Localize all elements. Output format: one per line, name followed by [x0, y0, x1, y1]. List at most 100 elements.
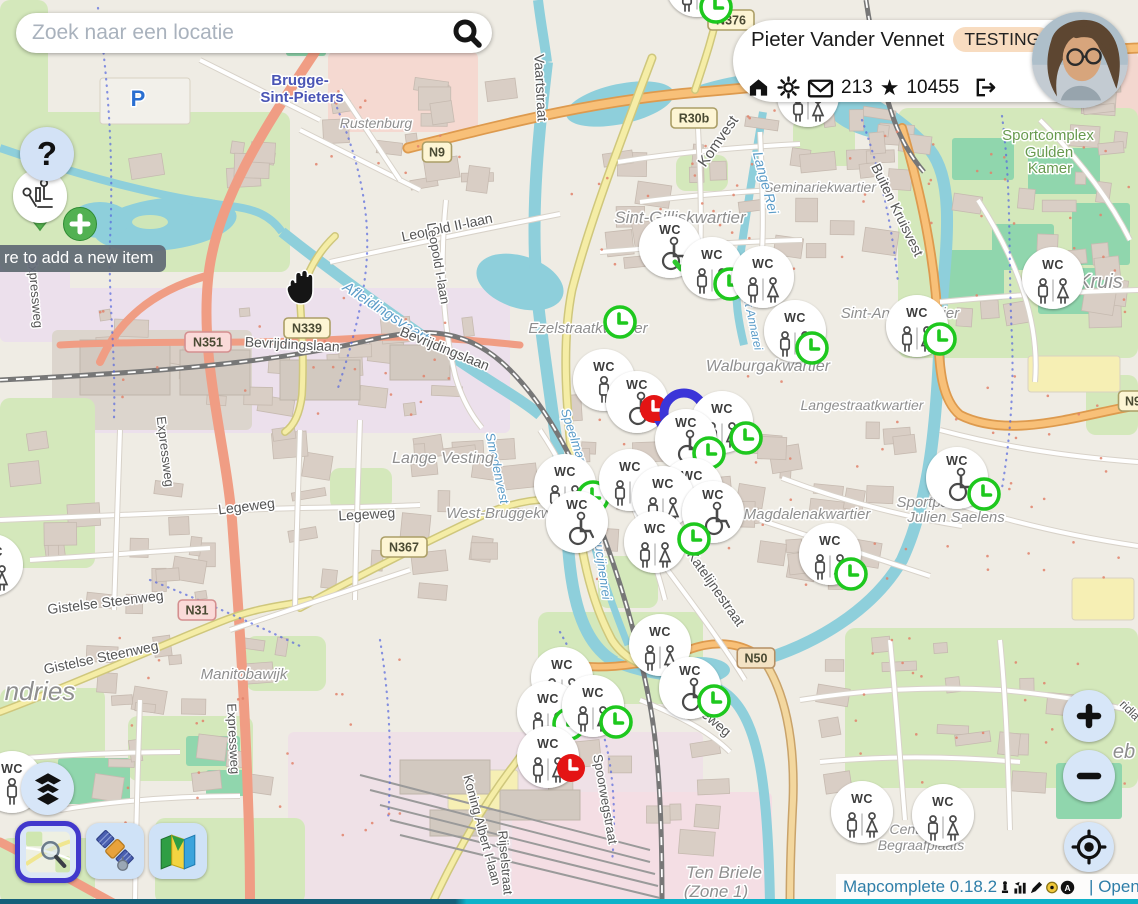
marker-icon — [1045, 880, 1059, 895]
map-label: Manitobawijk — [201, 666, 289, 683]
help-button[interactable]: ? — [20, 127, 74, 181]
app-version: Mapcomplete 0.18.2 — [843, 877, 997, 897]
road-shield: N367 — [381, 537, 427, 557]
svg-text:WC: WC — [582, 686, 604, 700]
map-label: Kamer — [1028, 160, 1072, 177]
svg-text:WC: WC — [679, 664, 701, 678]
svg-text:N9: N9 — [429, 146, 445, 160]
svg-text:WC: WC — [652, 477, 674, 491]
road-shield: R30b — [671, 108, 717, 128]
avatar[interactable] — [1032, 12, 1128, 108]
zoom-in-button[interactable] — [1063, 690, 1115, 742]
osm-link[interactable]: OpenStreetMap — [1098, 877, 1138, 897]
basemap-satellite-button[interactable] — [86, 823, 144, 879]
opening-hours-badge — [969, 479, 999, 509]
opening-hours-badge — [797, 333, 827, 363]
map-marker-toilet[interactable]: WC — [831, 781, 893, 843]
svg-text:WC: WC — [644, 522, 666, 536]
opening-hours-badge — [836, 559, 866, 589]
svg-text:WC: WC — [551, 658, 573, 672]
svg-text:WC: WC — [784, 311, 806, 325]
svg-text:WC: WC — [537, 737, 559, 751]
svg-text:WC: WC — [906, 306, 928, 320]
svg-text:WC: WC — [675, 416, 697, 430]
attribution-bar: Mapcomplete 0.18.2 A | OpenStreetM — [836, 874, 1138, 900]
map-label: Seminariekwartier — [764, 179, 877, 195]
user-name-row: Pieter Vander Vennet TESTING — [751, 27, 1051, 52]
map-label: Kruis — [1077, 271, 1123, 293]
progress-bar — [0, 899, 1138, 904]
opening-hours-badge — [699, 686, 729, 716]
search-icon[interactable] — [451, 17, 483, 49]
map-label: Julien Saelens — [906, 509, 1005, 526]
road-shield: N351 — [185, 332, 231, 352]
layers-button[interactable] — [21, 762, 74, 815]
map-marker-toilet[interactable]: WC — [1022, 247, 1084, 309]
star-count[interactable]: 10455 — [906, 77, 959, 99]
svg-text:WC: WC — [593, 360, 615, 374]
svg-text:WC: WC — [566, 498, 588, 512]
svg-text:WC: WC — [1, 762, 23, 776]
svg-text:WC: WC — [946, 454, 968, 468]
road-shield: N50 — [737, 648, 775, 668]
satellite-icon — [93, 829, 137, 873]
map-marker-toilet[interactable]: WC — [624, 511, 686, 573]
svg-text:N367: N367 — [389, 541, 419, 555]
svg-text:WC: WC — [659, 223, 681, 237]
pencil-icon — [1029, 880, 1044, 895]
svg-text:WC: WC — [649, 625, 671, 639]
map-label: Ten Briele — [686, 863, 762, 882]
map-marker-toilet[interactable]: WC — [546, 491, 608, 553]
logout-icon[interactable] — [972, 76, 998, 99]
separator: | — [1089, 877, 1093, 897]
crosshair-icon — [1071, 829, 1107, 865]
svg-text:WC: WC — [537, 692, 559, 706]
svg-text:WC: WC — [0, 545, 3, 559]
map-canvas[interactable]: Brugge-Sint-PietersRustenburgVaartstraat… — [0, 0, 1138, 904]
basemap-alt-map-button[interactable] — [149, 823, 207, 879]
minus-icon — [1072, 759, 1106, 793]
hand-cursor-icon — [279, 265, 319, 309]
geolocate-button[interactable] — [1064, 822, 1114, 872]
home-icon[interactable] — [747, 76, 770, 99]
mapcomplete-app: Brugge-Sint-PietersRustenburgVaartstraat… — [0, 0, 1138, 904]
svg-text:R30b: R30b — [679, 112, 710, 126]
svg-text:WC: WC — [851, 792, 873, 806]
layers-icon — [32, 772, 64, 806]
settings-icon[interactable] — [777, 76, 800, 99]
svg-text:N31: N31 — [186, 604, 209, 618]
attribution-app[interactable]: Mapcomplete 0.18.2 A — [836, 874, 1082, 900]
user-name[interactable]: Pieter Vander Vennet — [751, 28, 944, 52]
opening-hours-badge — [679, 524, 709, 554]
svg-text:WC: WC — [819, 534, 841, 548]
road-shield: N9 — [423, 142, 452, 162]
map-label: Lange Vesting — [392, 450, 494, 467]
user-actions-row: 213 ★ 10455 — [747, 76, 998, 99]
mail-icon[interactable] — [807, 77, 834, 99]
svg-text:WC: WC — [702, 488, 724, 502]
svg-text:N50: N50 — [745, 652, 768, 666]
svg-text:WC: WC — [626, 378, 648, 392]
opening-hours-badge — [731, 423, 761, 453]
road-shield: N339 — [284, 318, 330, 338]
svg-text:WC: WC — [701, 248, 723, 262]
plus-icon — [1072, 699, 1106, 733]
attribution-osm[interactable]: | OpenStreetMap — [1082, 874, 1138, 900]
map-magnifier-icon — [26, 827, 70, 877]
zoom-out-button[interactable] — [1063, 750, 1115, 802]
svg-text:WC: WC — [554, 465, 576, 479]
map-label: Brugge- — [271, 72, 329, 89]
search-input[interactable] — [16, 21, 451, 45]
map-marker-toilet[interactable]: WC — [912, 784, 974, 846]
map-label: Langestraatkwartier — [801, 397, 925, 413]
circle-a-icon: A — [1060, 880, 1075, 895]
opening-hours-badge — [601, 707, 631, 737]
map-marker-toilet[interactable]: WC — [732, 246, 794, 308]
basemap-osm-button[interactable] — [15, 821, 81, 883]
stats-icon — [1013, 880, 1028, 895]
opening-hours-badge — [925, 324, 955, 354]
map-label: Sint-Pieters — [260, 89, 343, 106]
map-label: P — [131, 86, 146, 111]
message-count[interactable]: 213 — [841, 77, 873, 99]
road-shield: N31 — [178, 600, 216, 620]
